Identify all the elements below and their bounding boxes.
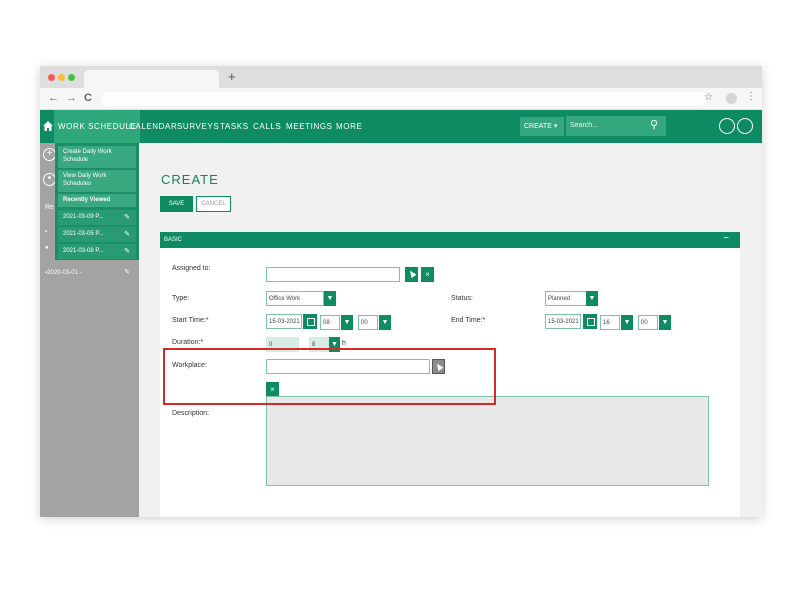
reload-icon[interactable]: C [84, 92, 92, 104]
page-title: CREATE [161, 172, 219, 187]
cursor-icon [407, 268, 416, 279]
type-chevron-icon[interactable]: ▼ [324, 291, 336, 306]
end-date-input[interactable]: 15-03-2021 [545, 314, 581, 329]
notifications-icon[interactable] [719, 118, 735, 134]
recent-item[interactable]: 2021-03-09 P... ✎ [58, 210, 136, 225]
nav-meetings[interactable]: MEETINGS [286, 122, 333, 131]
close-window-button[interactable] [48, 74, 55, 81]
collapse-icon[interactable]: − [723, 233, 729, 244]
minimize-window-button[interactable] [58, 74, 65, 81]
document-icon: ▪ [45, 229, 48, 235]
start-minute-chevron-icon[interactable]: ▼ [379, 315, 391, 330]
search-icon[interactable]: ⚲ [650, 118, 658, 131]
status-label: Status: [451, 295, 473, 302]
panel-header[interactable]: BASIC − [160, 232, 740, 248]
end-time-label: End Time:* [451, 317, 486, 324]
assigned-to-input[interactable] [266, 267, 400, 282]
clock-icon: ● [45, 245, 49, 251]
nav-surveys[interactable]: SURVEYS [177, 122, 219, 131]
work-schedule-dropdown: Create Daily Work Schedule View Daily Wo… [55, 143, 139, 260]
address-bar: ← → C ☆ ⋮ [40, 88, 762, 110]
browser-tab[interactable] [84, 70, 219, 88]
end-hour-chevron-icon[interactable]: ▼ [621, 315, 633, 330]
nav-calendar[interactable]: CALENDAR [129, 122, 177, 131]
start-time-label: Start Time:* [172, 317, 209, 324]
user-profile-icon[interactable] [737, 118, 753, 134]
back-icon[interactable]: ← [48, 92, 59, 104]
app-nav-bar: WORK SCHEDULE CALENDAR SURVEYS TASKS CAL… [40, 110, 762, 143]
recently-viewed-heading: Recently Viewed [58, 194, 136, 207]
status-select[interactable]: Planned [545, 291, 587, 306]
workplace-highlight-box [163, 348, 496, 405]
end-calendar-icon[interactable] [583, 314, 597, 329]
browser-window: + ← → C ☆ ⋮ WORK SCHEDULE CALENDAR SURVE… [40, 66, 762, 517]
sidebar-recent-heading: Re [45, 204, 54, 211]
new-tab-button[interactable]: + [228, 69, 236, 84]
maximize-window-button[interactable] [68, 74, 75, 81]
menu-kebab-icon[interactable]: ⋮ [746, 91, 756, 102]
recent-item[interactable]: 2021-03-05 P... ✎ [58, 227, 136, 242]
url-input[interactable] [102, 92, 706, 106]
end-hour-select[interactable]: 16 [600, 315, 620, 330]
nav-tasks[interactable]: TASKS [220, 122, 249, 131]
chevron-down-icon: ▾ [553, 123, 558, 130]
nav-more[interactable]: MORE [336, 122, 362, 131]
start-date-input[interactable]: 15-03-2021 [266, 314, 302, 329]
end-minute-select[interactable]: 00 [638, 315, 658, 330]
clear-assignee-button[interactable]: × [421, 267, 434, 282]
edit-pencil-icon[interactable]: ✎ [124, 213, 130, 221]
description-textarea[interactable] [266, 396, 709, 486]
save-button[interactable]: SAVE [160, 196, 193, 212]
menu-item-view-daily[interactable]: View Daily Work Schedules [58, 170, 136, 192]
edit-pencil-icon[interactable]: ✎ [124, 247, 130, 255]
nav-calls[interactable]: CALLS [253, 122, 281, 131]
sidebar-recent-item[interactable]: ▪2020-03-01 - [45, 270, 82, 276]
status-chevron-icon[interactable]: ▼ [586, 291, 598, 306]
create-dropdown-button[interactable]: CREATE ▾ [520, 117, 564, 136]
duration-unit: h [342, 340, 346, 347]
nav-work-schedule[interactable]: WORK SCHEDULE [54, 110, 141, 143]
type-label: Type: [172, 295, 190, 302]
type-select[interactable]: Office Work [266, 291, 324, 306]
recent-item[interactable]: 2021-03-08 P... ✎ [58, 244, 136, 259]
select-assignee-button[interactable] [405, 267, 418, 282]
description-label: Description: [172, 410, 209, 417]
menu-item-create-daily[interactable]: Create Daily Work Schedule [58, 146, 136, 168]
start-hour-chevron-icon[interactable]: ▼ [341, 315, 353, 330]
forward-icon[interactable]: → [66, 92, 77, 104]
edit-pencil-icon[interactable]: ✎ [124, 230, 130, 238]
edit-pencil-icon[interactable]: ✎ [124, 268, 130, 276]
profile-avatar[interactable] [726, 93, 737, 104]
duration-label: Duration:* [172, 339, 204, 346]
start-minute-select[interactable]: 00 [358, 315, 378, 330]
home-icon[interactable] [42, 120, 54, 132]
start-calendar-icon[interactable] [303, 314, 317, 329]
bookmark-star-icon[interactable]: ☆ [704, 92, 713, 103]
main-content: CREATE SAVE CANCEL BASIC − Assigned to: ×… [139, 143, 762, 517]
assigned-to-label: Assigned to: [172, 265, 211, 272]
tab-strip: + [40, 66, 762, 88]
end-minute-chevron-icon[interactable]: ▼ [659, 315, 671, 330]
cancel-button[interactable]: CANCEL [196, 196, 231, 212]
start-hour-select[interactable]: 08 [320, 315, 340, 330]
